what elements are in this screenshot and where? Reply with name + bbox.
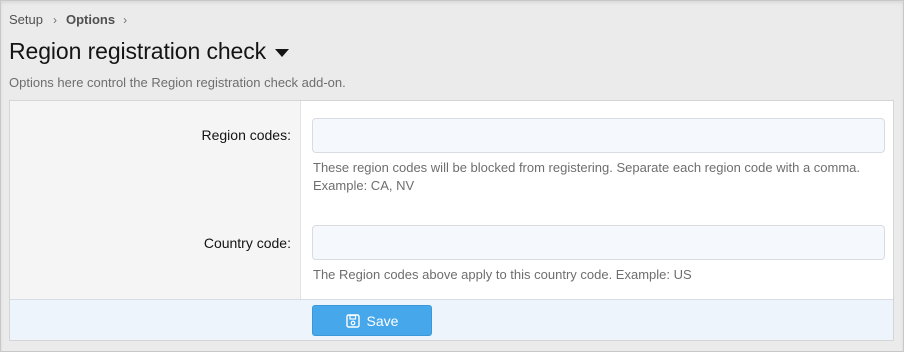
breadcrumb-item-options[interactable]: Options	[66, 12, 115, 27]
form-footer: Save	[10, 299, 893, 340]
country-code-label: Country code:	[203, 235, 291, 251]
chevron-right-icon: ›	[123, 12, 128, 27]
save-button-label: Save	[366, 312, 399, 329]
chevron-right-icon: ›	[52, 12, 57, 27]
title-row: Region registration check	[9, 38, 290, 65]
page-frame: Setup › Options › Region registration ch…	[0, 0, 904, 352]
page-description: Options here control the Region registra…	[9, 75, 346, 90]
country-code-hint-line: The Region codes above apply to this cou…	[313, 267, 692, 282]
region-codes-label: Region codes:	[201, 127, 291, 143]
country-code-input[interactable]	[312, 225, 885, 260]
options-form: Region codes: These region codes will be…	[9, 100, 894, 341]
breadcrumb-item-setup[interactable]: Setup	[9, 12, 43, 27]
page-title: Region registration check	[9, 38, 267, 64]
region-codes-hint: These region codes will be blocked from …	[313, 159, 860, 195]
floppy-disk-icon	[345, 313, 360, 328]
save-button[interactable]: Save	[312, 305, 432, 336]
region-codes-input[interactable]	[312, 118, 885, 153]
region-codes-example: Example: CA, NV	[313, 178, 415, 193]
country-code-hint: The Region codes above apply to this cou…	[313, 266, 692, 284]
caret-down-icon[interactable]	[275, 49, 290, 57]
breadcrumb: Setup › Options ›	[9, 12, 136, 27]
region-codes-hint-line: These region codes will be blocked from …	[313, 160, 861, 175]
